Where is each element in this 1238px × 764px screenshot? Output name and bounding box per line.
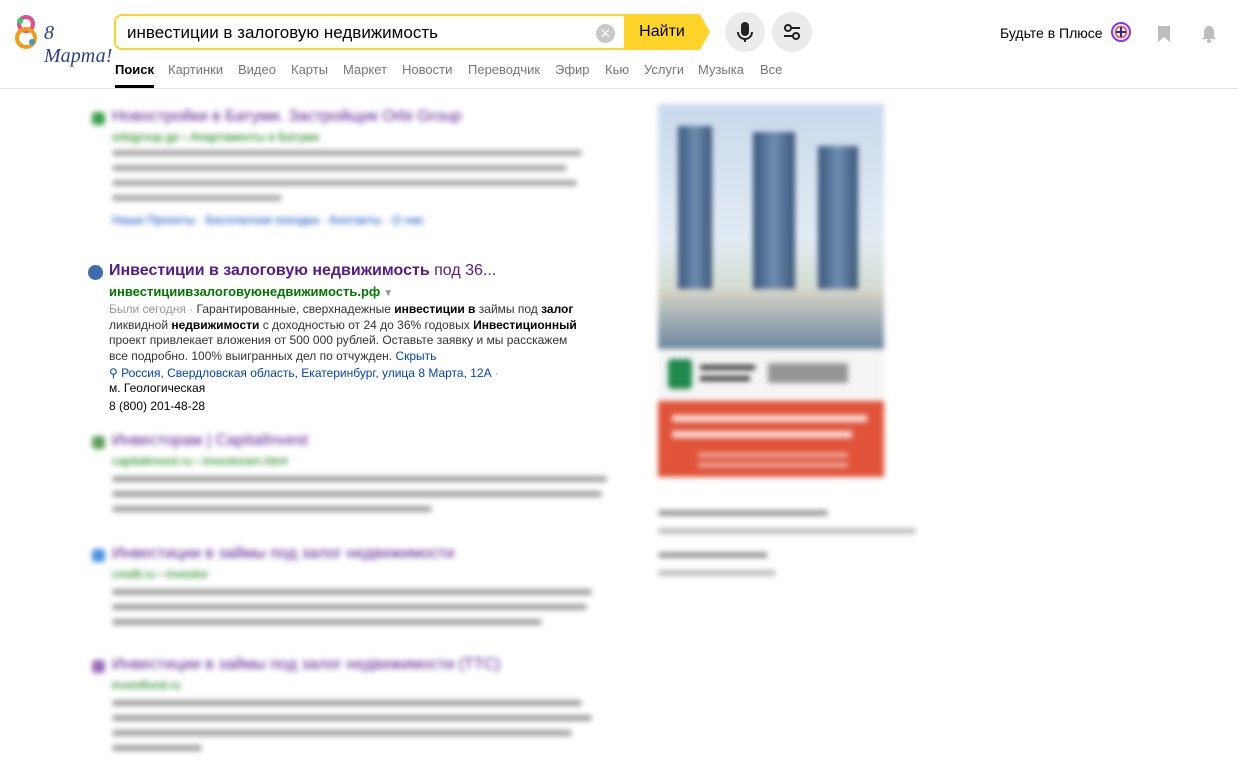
snippet-fragment: с доходностью от 24 до 36% годовых bbox=[259, 317, 474, 332]
url-dropdown-icon[interactable]: ▼ bbox=[383, 288, 393, 299]
find-button-arrow bbox=[700, 14, 710, 50]
result-favicon bbox=[92, 436, 105, 449]
tab-search[interactable]: Поиск bbox=[115, 62, 154, 77]
location-pin-icon: ⚲ bbox=[109, 366, 122, 380]
search-result[interactable]: Новостройки в Батуми. Застройщик Orbi Gr… bbox=[90, 108, 610, 238]
snippet-keyword: инвестиции в bbox=[394, 302, 476, 316]
tab-images[interactable]: Картинки bbox=[168, 62, 223, 77]
clear-icon[interactable]: ✕ bbox=[596, 24, 615, 43]
sidebar-blurred-info bbox=[658, 508, 928, 588]
tab-ether[interactable]: Эфир bbox=[555, 62, 590, 77]
result-url[interactable]: orbigroup.ge › Апартаменты в Батуми bbox=[112, 130, 319, 144]
result-title[interactable]: Инвестиции в займы под залог недвижимост… bbox=[112, 545, 454, 563]
building-icon bbox=[88, 265, 103, 280]
search-settings-button[interactable] bbox=[772, 12, 812, 52]
voice-search-button[interactable] bbox=[725, 12, 765, 52]
result-url[interactable]: инвестициивзалоговуюнедвижимость.рф ▼ bbox=[109, 284, 393, 299]
snippet-fragment: займы под bbox=[475, 302, 542, 316]
result-title-bold: Инвестиции в залоговую недвижимость bbox=[109, 262, 430, 279]
tab-translator[interactable]: Переводчик bbox=[468, 62, 540, 77]
result-url[interactable]: capitalinvest.ru › investoram.html bbox=[112, 454, 287, 468]
address-block: ⚲ Россия, Свердловская область, Екатерин… bbox=[109, 366, 499, 395]
snippet-keyword: недвижимости bbox=[171, 317, 260, 332]
find-button[interactable]: Найти bbox=[624, 14, 700, 50]
snippet-fragment: ликвидной bbox=[109, 317, 172, 332]
result-title[interactable]: Инвестиции в займы под залог недвижимост… bbox=[112, 656, 500, 674]
result-title[interactable]: Новостройки в Батуми. Застройщик Orbi Gr… bbox=[112, 108, 462, 126]
search-input[interactable] bbox=[127, 23, 587, 43]
tab-maps[interactable]: Карты bbox=[291, 62, 328, 77]
address-link[interactable]: Россия, Свердловская область, Екатеринбу… bbox=[121, 366, 491, 380]
result-title-link[interactable]: Инвестиции в залоговую недвижимость под … bbox=[109, 262, 496, 280]
tab-news[interactable]: Новости bbox=[402, 62, 452, 77]
logo-text: 8 Марта! bbox=[44, 22, 113, 67]
bell-icon[interactable] bbox=[1200, 24, 1218, 44]
search-result[interactable]: Инвестиции в займы под залог недвижимост… bbox=[90, 545, 610, 635]
tab-all[interactable]: Все bbox=[760, 62, 782, 77]
bookmark-icon[interactable] bbox=[1156, 24, 1172, 44]
result-sitelinks[interactable]: Наши Проекты · Бесплатная поездка · Конт… bbox=[112, 213, 424, 227]
snippet-keyword: залог bbox=[541, 302, 574, 316]
result-favicon bbox=[92, 549, 105, 562]
result-url[interactable]: investfund.ru bbox=[112, 678, 181, 692]
result-title[interactable]: Инвесторам | CapitalInvest bbox=[112, 432, 308, 450]
filter-settings-icon bbox=[784, 24, 800, 40]
result-url-text: инвестициивзалоговуюнедвижимость.рф bbox=[109, 284, 381, 299]
snippet-keyword: Инвестиционный bbox=[473, 317, 577, 332]
search-result[interactable]: Инвестиции в займы под залог недвижимост… bbox=[90, 656, 610, 764]
result-favicon bbox=[92, 112, 105, 125]
logo[interactable]: 8 Марта! bbox=[14, 14, 112, 67]
header: 8 Марта! ✕ Найти Будьте в Плюсе bbox=[0, 0, 1238, 89]
tab-video[interactable]: Видео bbox=[238, 62, 276, 77]
snippet-fragment: Гарантированные, сверхнадежные bbox=[196, 302, 395, 316]
result-snippet bbox=[112, 589, 592, 625]
ad-cta-block bbox=[658, 401, 884, 477]
tab-q[interactable]: Кью bbox=[605, 62, 629, 77]
advertisement-banner[interactable] bbox=[658, 104, 884, 477]
tab-services[interactable]: Услуги bbox=[644, 62, 684, 77]
result-favicon bbox=[92, 660, 105, 673]
microphone-icon bbox=[737, 22, 753, 42]
plus-promo-link[interactable]: Будьте в Плюсе bbox=[1000, 25, 1103, 41]
result-title-rest: под 36... bbox=[429, 262, 497, 279]
visited-label: Были сегодня bbox=[109, 302, 186, 316]
ad-logo-area bbox=[658, 349, 884, 401]
result-snippet: Были сегодня · Гарантированные, сверхнад… bbox=[109, 302, 577, 363]
snippet-fragment: проект привлекает вложения от 500 000 ру… bbox=[109, 333, 568, 363]
phone-number: 8 (800) 201-48-28 bbox=[109, 399, 206, 413]
result-snippet bbox=[112, 476, 607, 512]
search-box[interactable]: ✕ bbox=[114, 14, 624, 50]
result-snippet bbox=[112, 700, 592, 751]
result-snippet bbox=[112, 150, 582, 201]
search-result[interactable]: Инвесторам | CapitalInvest capitalinvest… bbox=[90, 432, 610, 522]
result-url[interactable]: credit.ru › investor bbox=[112, 567, 208, 581]
tab-market[interactable]: Маркет bbox=[343, 62, 387, 77]
ad-image bbox=[658, 104, 884, 349]
hide-link[interactable]: Скрыть bbox=[395, 349, 436, 363]
tab-music[interactable]: Музыка bbox=[698, 62, 744, 77]
plus-logo-icon[interactable] bbox=[1111, 22, 1131, 42]
metro-station: м. Геологическая bbox=[109, 381, 206, 395]
active-tab-underline bbox=[115, 85, 154, 88]
